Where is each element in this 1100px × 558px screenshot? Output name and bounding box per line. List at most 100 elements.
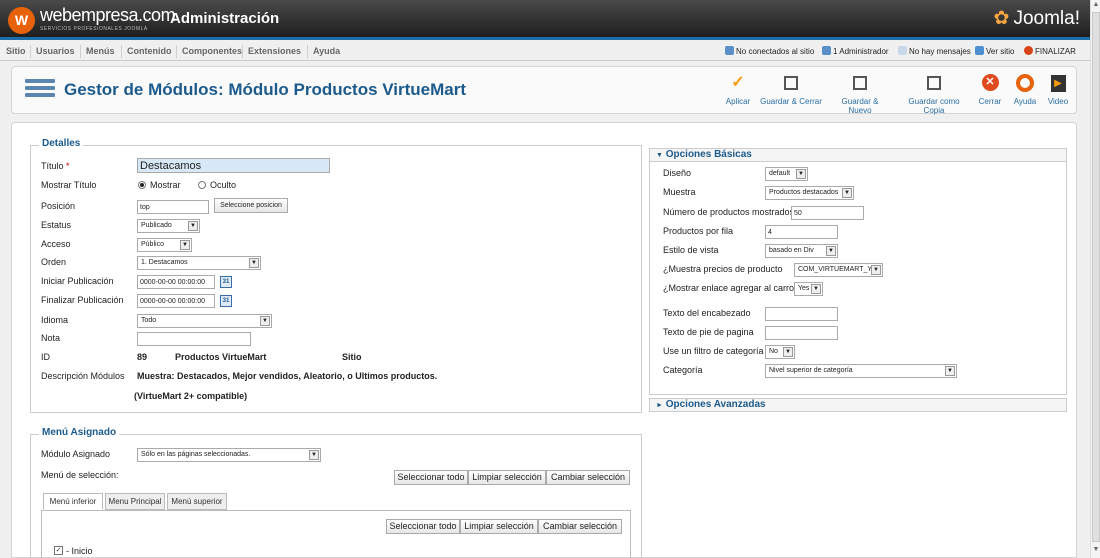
order-select[interactable]: 1. Destacamos ▼ (137, 256, 261, 270)
message-icon (898, 46, 907, 55)
position-input[interactable] (137, 200, 209, 214)
start-publishing-input[interactable] (137, 275, 215, 289)
display-select-value: Productos destacados (769, 189, 839, 196)
menu-menus[interactable]: Menús (86, 46, 115, 56)
scrollbar-thumb[interactable] (1092, 12, 1100, 542)
chevron-right-icon: ► (656, 402, 663, 409)
menu-assignment-fieldset: Menú Asignado Módulo Asignado Sólo en la… (30, 427, 642, 558)
status-select[interactable]: Publicado ▼ (137, 219, 200, 233)
category-filter-select[interactable]: No ▼ (765, 345, 795, 359)
title-label: Título * (41, 161, 70, 171)
position-label: Posición (41, 201, 76, 211)
end-publishing-input[interactable] (137, 294, 215, 308)
id-value: 89 (137, 352, 148, 362)
calendar-icon[interactable]: 31 (220, 276, 232, 288)
products-per-row-input[interactable] (765, 225, 838, 239)
access-select[interactable]: Público ▼ (137, 238, 192, 252)
access-label: Acceso (41, 239, 71, 249)
page-scrollbar[interactable]: ▲ ▼ (1090, 0, 1100, 558)
logout-link[interactable]: FINALIZAR (1024, 46, 1076, 56)
joomla-logo: ✿ Joomla! (994, 7, 1080, 30)
header-text-label: Texto del encabezado (663, 308, 751, 318)
compat-note: (VirtueMart 2+ compatible) (134, 391, 248, 401)
advanced-options-header[interactable]: ► Opciones Avanzadas (649, 398, 1067, 412)
basic-options-header[interactable]: ▼ Opciones Básicas (649, 148, 1067, 162)
chevron-down-icon: ▼ (871, 265, 881, 275)
title-input[interactable] (137, 158, 330, 173)
module-assignment-select[interactable]: Sólo en las páginas seleccionadas. ▼ (137, 448, 321, 462)
products-shown-input[interactable] (791, 206, 864, 220)
menu-item-label: - Inicio (66, 546, 93, 556)
tab-menu-inferior[interactable]: Menú inferior (43, 493, 103, 510)
select-all-button[interactable]: Seleccionar todo (394, 470, 468, 485)
status-messages[interactable]: No hay mensajes (898, 46, 971, 56)
view-style-select[interactable]: basado en Div ▼ (765, 244, 838, 258)
menu-contenido[interactable]: Contenido (127, 46, 172, 56)
tab-select-all-button[interactable]: Seleccionar todo (386, 519, 460, 534)
header-text-input[interactable] (765, 307, 838, 321)
close-button[interactable]: ✕ Cerrar (976, 73, 1004, 106)
chevron-down-icon: ▼ (796, 169, 806, 179)
menu-divider (176, 45, 177, 58)
menu-usuarios[interactable]: Usuarios (36, 46, 75, 56)
menu-sitio[interactable]: Sitio (6, 46, 26, 56)
status-admins: 1 Administrador (822, 46, 889, 56)
module-name: Productos VirtueMart (175, 352, 267, 362)
video-button-label: Video (1047, 97, 1069, 106)
apply-button[interactable]: ✓ Aplicar (724, 73, 752, 106)
hide-title-option: Oculto (210, 180, 237, 190)
save-new-button[interactable]: Guardar & Nuevo (829, 73, 891, 115)
chevron-down-icon: ▼ (826, 246, 836, 256)
save-close-button[interactable]: Guardar & Cerrar (758, 73, 824, 106)
video-button[interactable]: ▶ Video (1046, 73, 1070, 106)
category-select[interactable]: Nivel superior de categoría ▼ (765, 364, 957, 378)
order-select-value: 1. Destacamos (141, 259, 188, 266)
view-site-link[interactable]: Ver sitio (975, 46, 1014, 56)
admin-title: Administración (170, 10, 280, 27)
status-messages-text: No hay mensajes (909, 47, 971, 56)
menu-componentes[interactable]: Componentes (182, 46, 242, 56)
clear-selection-button[interactable]: Limpiar selección (468, 470, 546, 485)
hide-title-radio[interactable] (198, 181, 206, 189)
save-copy-button[interactable]: Guardar como Copia (897, 73, 971, 115)
menu-item-checkbox[interactable]: ✓ (54, 546, 63, 555)
note-input[interactable] (137, 332, 251, 346)
order-label: Orden (41, 257, 67, 267)
view-style-label: Estilo de vista (663, 245, 719, 255)
advanced-options-title: Opciones Avanzadas (665, 399, 766, 410)
language-label: Idioma (41, 315, 69, 325)
module-manager-icon (25, 79, 55, 101)
tab-menu-principal[interactable]: Menu Principal (105, 493, 165, 510)
tab-clear-selection-button[interactable]: Limpiar selección (460, 519, 538, 534)
apply-button-label: Aplicar (725, 97, 751, 106)
footer-text-input[interactable] (765, 326, 838, 340)
menu-extensiones[interactable]: Extensiones (248, 46, 301, 56)
status-not-connected: No conectados al sitio (725, 46, 814, 56)
toggle-selection-button[interactable]: Cambiar selección (546, 470, 630, 485)
tab-toggle-selection-button[interactable]: Cambiar selección (538, 519, 622, 534)
display-select[interactable]: Productos destacados ▼ (765, 186, 854, 200)
add-to-cart-select[interactable]: Yes ▼ (794, 282, 823, 296)
scroll-up-icon[interactable]: ▲ (1091, 1, 1100, 11)
select-position-button[interactable]: Seleccione posicion (214, 198, 288, 213)
description-value: Muestra: Destacados, Mejor vendidos, Ale… (137, 371, 438, 381)
status-label: Estatus (41, 220, 72, 230)
menu-tab-panel: Seleccionar todo Limpiar selección Cambi… (41, 510, 631, 558)
footer-text-label: Texto de pie de pagina (663, 327, 754, 337)
chevron-down-icon: ▼ (309, 450, 319, 460)
layout-select[interactable]: default ▼ (765, 167, 808, 181)
show-title-radio[interactable] (138, 181, 146, 189)
menu-ayuda[interactable]: Ayuda (313, 46, 340, 56)
calendar-icon[interactable]: 31 (220, 295, 232, 307)
chevron-down-icon: ▼ (249, 258, 259, 268)
basic-options-title: Opciones Básicas (665, 149, 752, 160)
scroll-down-icon[interactable]: ▼ (1091, 546, 1100, 556)
show-prices-select[interactable]: COM_VIRTUEMART_YES ▼ (794, 263, 883, 277)
language-select[interactable]: Todo ▼ (137, 314, 272, 328)
webempresa-logo-icon: W (8, 7, 35, 34)
tab-menu-superior[interactable]: Menú superior (167, 493, 227, 510)
details-fieldset: Detalles Título * Mostrar Título Mostrar… (30, 138, 642, 413)
layout-select-value: default (769, 170, 791, 177)
help-button[interactable]: Ayuda (1010, 73, 1040, 106)
view-style-select-value: basado en Div (769, 247, 814, 254)
